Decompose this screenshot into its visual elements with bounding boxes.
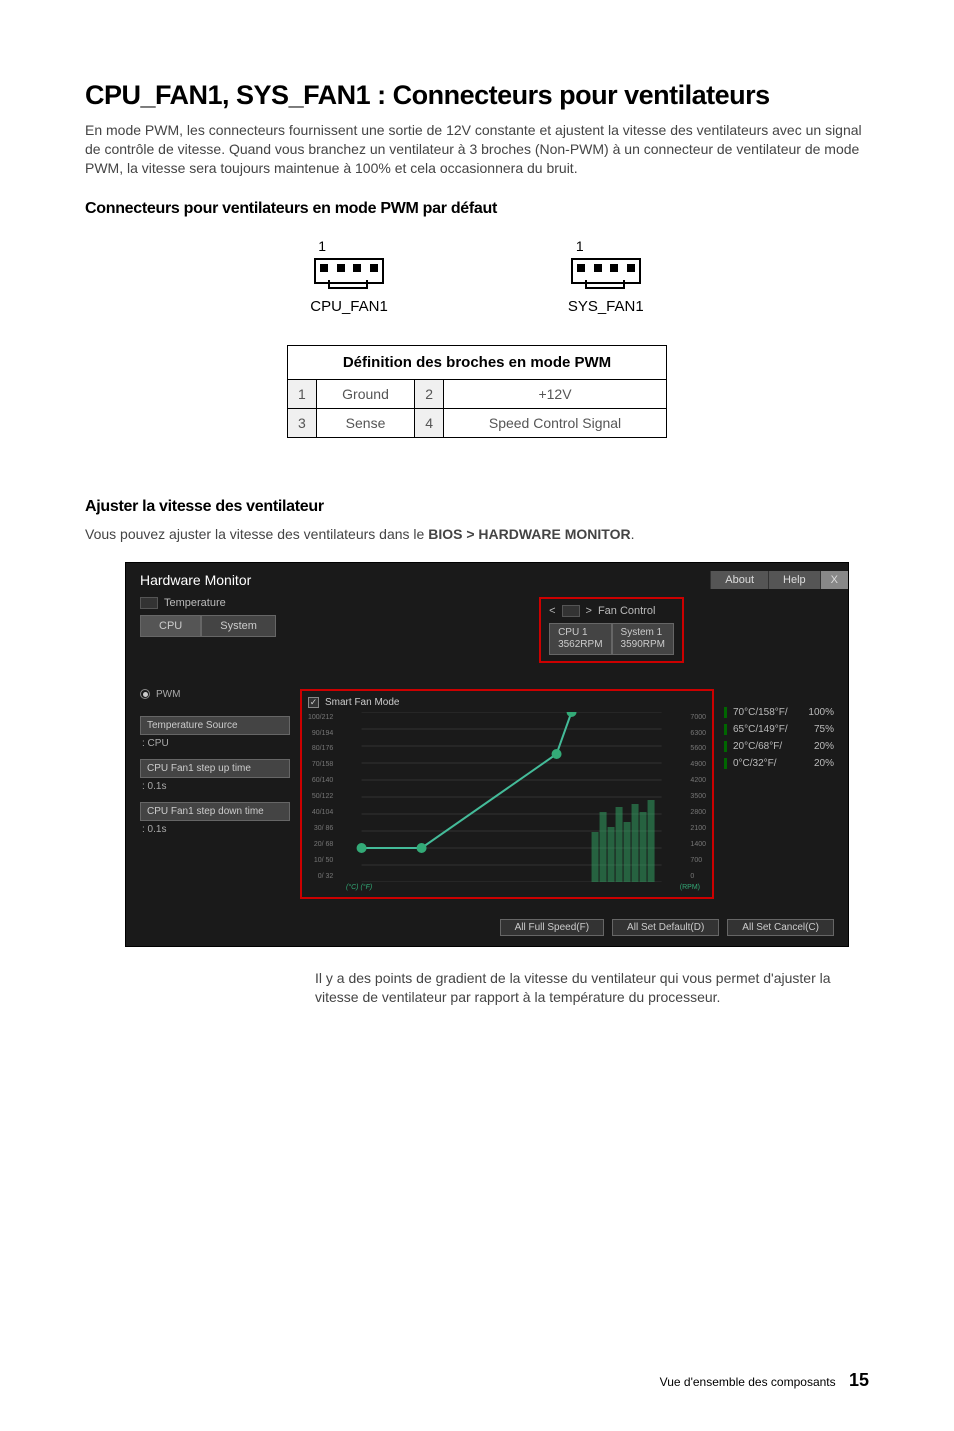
adjust-text-bold: BIOS > HARDWARE MONITOR [428, 526, 630, 542]
sys-fan-connector: 1 SYS_FAN1 [568, 238, 644, 315]
cpu-fan-label: CPU_FAN1 [310, 298, 388, 315]
page-title: CPU_FAN1, SYS_FAN1 : Connecteurs pour ve… [85, 80, 869, 111]
y-axis-left: 100/21290/19480/176 70/15860/14050/122 4… [308, 712, 337, 882]
bios-window-title: Hardware Monitor [140, 572, 251, 588]
pin-name: Sense [316, 408, 414, 437]
step-down-button[interactable]: CPU Fan1 step down time [140, 802, 290, 821]
step-up-button[interactable]: CPU Fan1 step up time [140, 759, 290, 778]
table-row: 3 Sense 4 Speed Control Signal [288, 408, 667, 437]
page-footer: Vue d'ensemble des composants 15 [660, 1370, 869, 1391]
footer-text: Vue d'ensemble des composants [660, 1375, 836, 1389]
set-default-button[interactable]: All Set Default(D) [612, 919, 719, 936]
temperature-panel: Temperature CPU System [140, 597, 276, 637]
connector-icon [571, 258, 641, 284]
y-axis-right: 700063005600 490042003500 280021001400 7… [686, 712, 706, 882]
control-point-row[interactable]: 65°C/149°F/75% [724, 724, 834, 735]
pin-name: +12V [444, 379, 667, 408]
smart-fan-label: Smart Fan Mode [325, 697, 399, 708]
pin-num: 1 [288, 379, 317, 408]
temp-source-value: : CPU [140, 738, 290, 749]
pin-num: 3 [288, 408, 317, 437]
x-axis-right-label: (RPM) [680, 884, 700, 891]
adjust-paragraph: Vous pouvez ajuster la vitesse des venti… [85, 526, 869, 542]
bios-title-bar: Hardware Monitor About Help X [126, 563, 848, 597]
connector-diagrams: 1 CPU_FAN1 1 SYS_FAN1 [85, 238, 869, 315]
footer-page-number: 15 [849, 1370, 869, 1390]
table-row: 1 Ground 2 +12V [288, 379, 667, 408]
smart-fan-checkbox[interactable]: ✓ [308, 697, 319, 708]
intro-paragraph: En mode PWM, les connecteurs fournissent… [85, 121, 869, 178]
pin-num: 2 [415, 379, 444, 408]
chart-svg [337, 712, 686, 882]
pin-name: Speed Control Signal [444, 408, 667, 437]
settings-panel: PWM Temperature Source : CPU CPU Fan1 st… [140, 689, 290, 899]
nav-left-icon[interactable]: < [549, 605, 555, 617]
sys1-fan-tab[interactable]: System 1 3590RPM [612, 623, 674, 655]
fan-icon [562, 605, 580, 617]
system-tab[interactable]: System [201, 615, 276, 637]
temperature-icon [140, 597, 158, 609]
cpu-tab[interactable]: CPU [140, 615, 201, 637]
control-point-row[interactable]: 20°C/68°F/20% [724, 741, 834, 752]
adjust-heading: Ajuster la vitesse des ventilateur [85, 498, 869, 516]
pwm-label: PWM [156, 689, 180, 700]
pin1-marker: 1 [318, 238, 326, 254]
fan-control-panel: < > Fan Control CPU 1 3562RPM System 1 3… [539, 597, 684, 663]
step-up-value: : 0.1s [140, 781, 290, 792]
x-axis-left-label: (°C) (°F) [346, 884, 372, 891]
pin-table-header: Définition des broches en mode PWM [288, 345, 667, 379]
default-connectors-heading: Connecteurs pour ventilateurs en mode PW… [85, 200, 869, 218]
chart-caption: Il y a des points de gradient de la vite… [315, 969, 869, 1007]
pin-name: Ground [316, 379, 414, 408]
pwm-radio[interactable] [140, 689, 150, 699]
bios-screenshot: Hardware Monitor About Help X Temperatur… [125, 562, 849, 947]
adjust-text-pre: Vous pouvez ajuster la vitesse des venti… [85, 526, 428, 542]
control-points-panel: 70°C/158°F/100% 65°C/149°F/75% 20°C/68°F… [724, 689, 834, 899]
connector-icon [314, 258, 384, 284]
sys-fan-label: SYS_FAN1 [568, 298, 644, 315]
pin1-marker: 1 [576, 238, 584, 254]
control-point-row[interactable]: 70°C/158°F/100% [724, 707, 834, 718]
fan-curve-chart: ✓ Smart Fan Mode 100/21290/19480/176 70/… [300, 689, 714, 899]
temperature-label: Temperature [164, 597, 226, 609]
help-button[interactable]: Help [768, 571, 820, 589]
cpu-fan-connector: 1 CPU_FAN1 [310, 238, 388, 315]
about-button[interactable]: About [710, 571, 768, 589]
pin-num: 4 [415, 408, 444, 437]
full-speed-button[interactable]: All Full Speed(F) [500, 919, 604, 936]
temp-source-button[interactable]: Temperature Source [140, 716, 290, 735]
set-cancel-button[interactable]: All Set Cancel(C) [727, 919, 834, 936]
close-button[interactable]: X [820, 571, 848, 589]
step-down-value: : 0.1s [140, 824, 290, 835]
pin-definition-table: Définition des broches en mode PWM 1 Gro… [287, 345, 667, 438]
control-point-row[interactable]: 0°C/32°F/20% [724, 758, 834, 769]
nav-right-icon[interactable]: > [586, 605, 592, 617]
fan-control-label: Fan Control [598, 605, 655, 617]
cpu1-fan-tab[interactable]: CPU 1 3562RPM [549, 623, 611, 655]
